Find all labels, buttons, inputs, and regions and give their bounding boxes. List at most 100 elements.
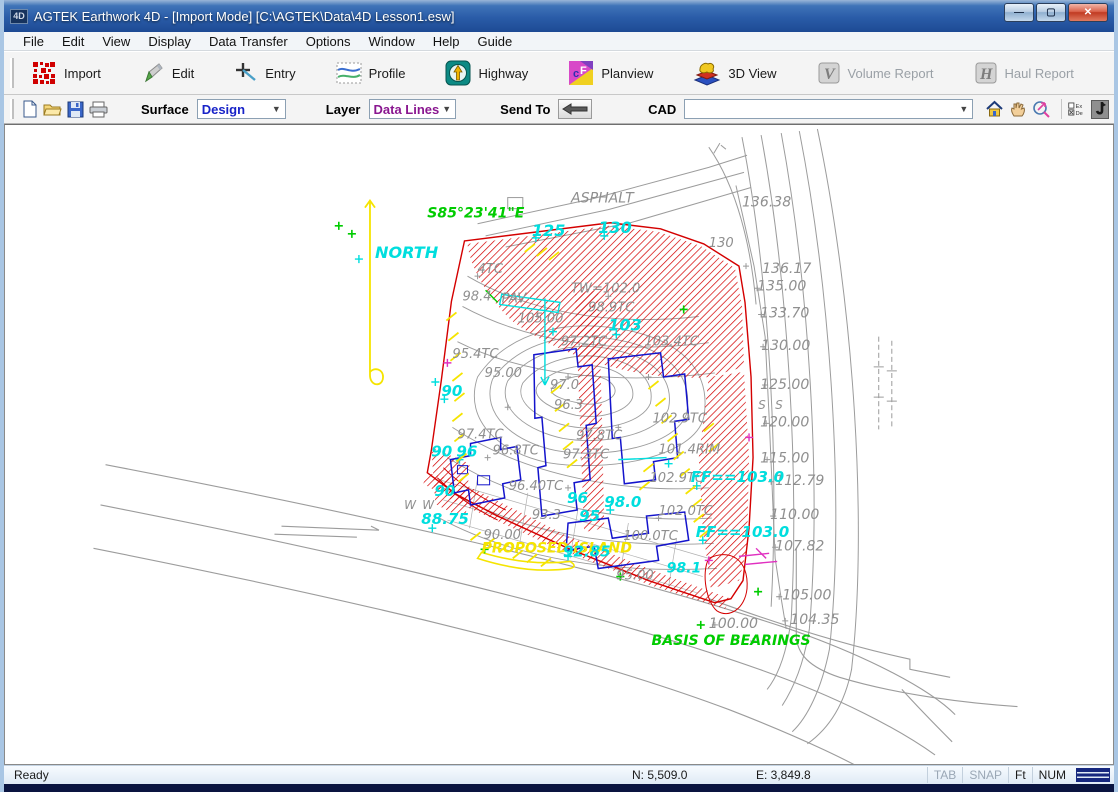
3dview-icon <box>693 60 721 86</box>
print-view-button[interactable]: Print View <box>1105 56 1118 90</box>
menu-view[interactable]: View <box>93 34 139 49</box>
surface-label: Surface <box>141 102 189 117</box>
edit-button[interactable]: Edit <box>132 57 203 89</box>
cad-label: 110.00 <box>770 507 819 523</box>
layer-value: Data Lines <box>374 102 440 117</box>
menu-window[interactable]: Window <box>360 34 424 49</box>
cad-label: 88.75 <box>421 510 469 528</box>
highway-button[interactable]: Highway <box>436 56 537 90</box>
menu-edit[interactable]: Edit <box>53 34 93 49</box>
planview-button[interactable]: c F Planview <box>559 56 662 90</box>
cad-label: CAD <box>648 102 676 117</box>
cad-label: 97.3TC <box>563 448 610 463</box>
cad-label: W <box>404 498 417 512</box>
cad-label: 95.00 <box>485 366 522 381</box>
3dview-button[interactable]: 3D View <box>684 56 785 90</box>
pan-hand-button[interactable] <box>1009 100 1027 119</box>
entry-button[interactable]: Entry <box>225 57 304 89</box>
svg-text:V: V <box>824 66 836 83</box>
volume-report-icon: V <box>817 61 841 85</box>
cad-label: 96.40TC <box>509 479 564 494</box>
cad-label: 125.00 <box>760 377 809 393</box>
app-window: 4D AGTEK Earthwork 4D - [Import Mode] [C… <box>0 0 1118 792</box>
cad-dropdown[interactable]: ▼ <box>684 99 973 119</box>
menu-data-transfer[interactable]: Data Transfer <box>200 34 297 49</box>
cad-label: 130.00 <box>761 338 810 354</box>
surface-dropdown[interactable]: Design▼ <box>197 99 286 119</box>
print-button[interactable] <box>89 100 108 119</box>
surface-value: Design <box>202 102 245 117</box>
numlock-indicator: NUM <box>1032 767 1072 783</box>
cad-label: 105.00 <box>782 588 831 604</box>
cad-label: 104.35 <box>790 612 839 628</box>
zoom-home-button[interactable] <box>985 100 1004 119</box>
app-icon: 4D <box>10 9 28 24</box>
cad-label: 4TC <box>478 262 504 277</box>
open-file-button[interactable] <box>43 100 62 119</box>
maximize-button[interactable]: ▢ <box>1036 3 1066 22</box>
edit-icon <box>141 61 165 85</box>
menu-help[interactable]: Help <box>424 34 469 49</box>
profile-button[interactable]: Profile <box>327 57 415 89</box>
cad-label: 96.8TC <box>493 444 540 459</box>
drawing-area[interactable]: NORTHS85°23'41"EASPHALT125130130136.3813… <box>4 124 1114 765</box>
cad-label: 97.0 <box>550 378 579 393</box>
entry-label: Entry <box>265 66 295 81</box>
haul-report-label: Haul Report <box>1005 66 1074 81</box>
cad-label: 95.00 <box>616 569 653 584</box>
menu-options[interactable]: Options <box>297 34 360 49</box>
menu-guide[interactable]: Guide <box>469 34 522 49</box>
expand-decrease-toggle[interactable]: Ex De <box>1067 100 1086 119</box>
status-message: Ready <box>14 768 49 782</box>
site-plan-drawing[interactable]: NORTHS85°23'41"EASPHALT125130130136.3813… <box>5 125 1113 764</box>
snap-indicator: SNAP <box>962 767 1008 783</box>
haul-report-icon: H <box>974 61 998 85</box>
cad-label: 133.70 <box>760 305 809 321</box>
send-to-button[interactable] <box>558 99 592 119</box>
svg-text:Ex: Ex <box>1076 104 1083 110</box>
new-file-button[interactable] <box>22 100 38 119</box>
layer-dropdown[interactable]: Data Lines▼ <box>369 99 457 119</box>
toolbar2-grip[interactable] <box>10 99 14 119</box>
save-button[interactable] <box>67 100 84 119</box>
edit-label: Edit <box>172 66 194 81</box>
highway-label: Highway <box>478 66 528 81</box>
cad-label: 95.4TC <box>452 347 499 362</box>
title-bar: 4D AGTEK Earthwork 4D - [Import Mode] [C… <box>4 0 1114 32</box>
svg-text:De: De <box>1076 111 1083 117</box>
cad-label: 105.00 <box>518 312 564 327</box>
svg-text:c: c <box>573 68 579 80</box>
resize-grip[interactable] <box>1076 768 1110 782</box>
cad-label: S85°23'41"E <box>427 206 524 222</box>
units-indicator: Ft <box>1008 767 1032 783</box>
cad-label: TW=102.0 <box>571 281 640 296</box>
cad-label: S <box>775 398 783 412</box>
cad-label: 95 <box>579 507 600 525</box>
zoom-tool-button[interactable] <box>1032 100 1051 119</box>
cad-label: 90 <box>441 382 462 400</box>
hook-tool-button[interactable] <box>1091 100 1109 119</box>
cad-label: S <box>758 398 766 412</box>
minimize-button[interactable]: — <box>1004 3 1034 22</box>
planview-label: Planview <box>601 66 653 81</box>
send-to-label: Send To <box>500 102 550 117</box>
cad-label: 102.0TC <box>659 504 714 519</box>
cad-label: ASPHALT <box>570 191 635 207</box>
secondary-toolbar: Surface Design▼ Layer Data Lines▼ Send T… <box>4 95 1114 124</box>
cad-label: FF==103.0 <box>691 468 784 486</box>
cad-label: 100.00 <box>709 616 758 632</box>
status-bar: Ready N: 5,509.0 E: 3,849.8 TAB SNAP Ft … <box>4 765 1114 784</box>
cad-label: 98.1 <box>667 560 702 576</box>
menu-display[interactable]: Display <box>139 34 200 49</box>
haul-report-button[interactable]: H Haul Report <box>965 57 1083 89</box>
cad-label: 103 <box>608 316 642 335</box>
toolbar-grip[interactable] <box>10 58 14 87</box>
close-button[interactable]: ✕ <box>1068 3 1108 22</box>
menu-file[interactable]: File <box>14 34 53 49</box>
volume-report-button[interactable]: V Volume Report <box>808 57 943 89</box>
cad-label: 96.3 <box>554 398 583 413</box>
cad-label: 136.17 <box>762 261 811 277</box>
cad-label: BASIS OF BEARINGS <box>652 633 811 649</box>
cad-label: 90 <box>431 443 452 461</box>
import-button[interactable]: Import <box>22 56 110 90</box>
